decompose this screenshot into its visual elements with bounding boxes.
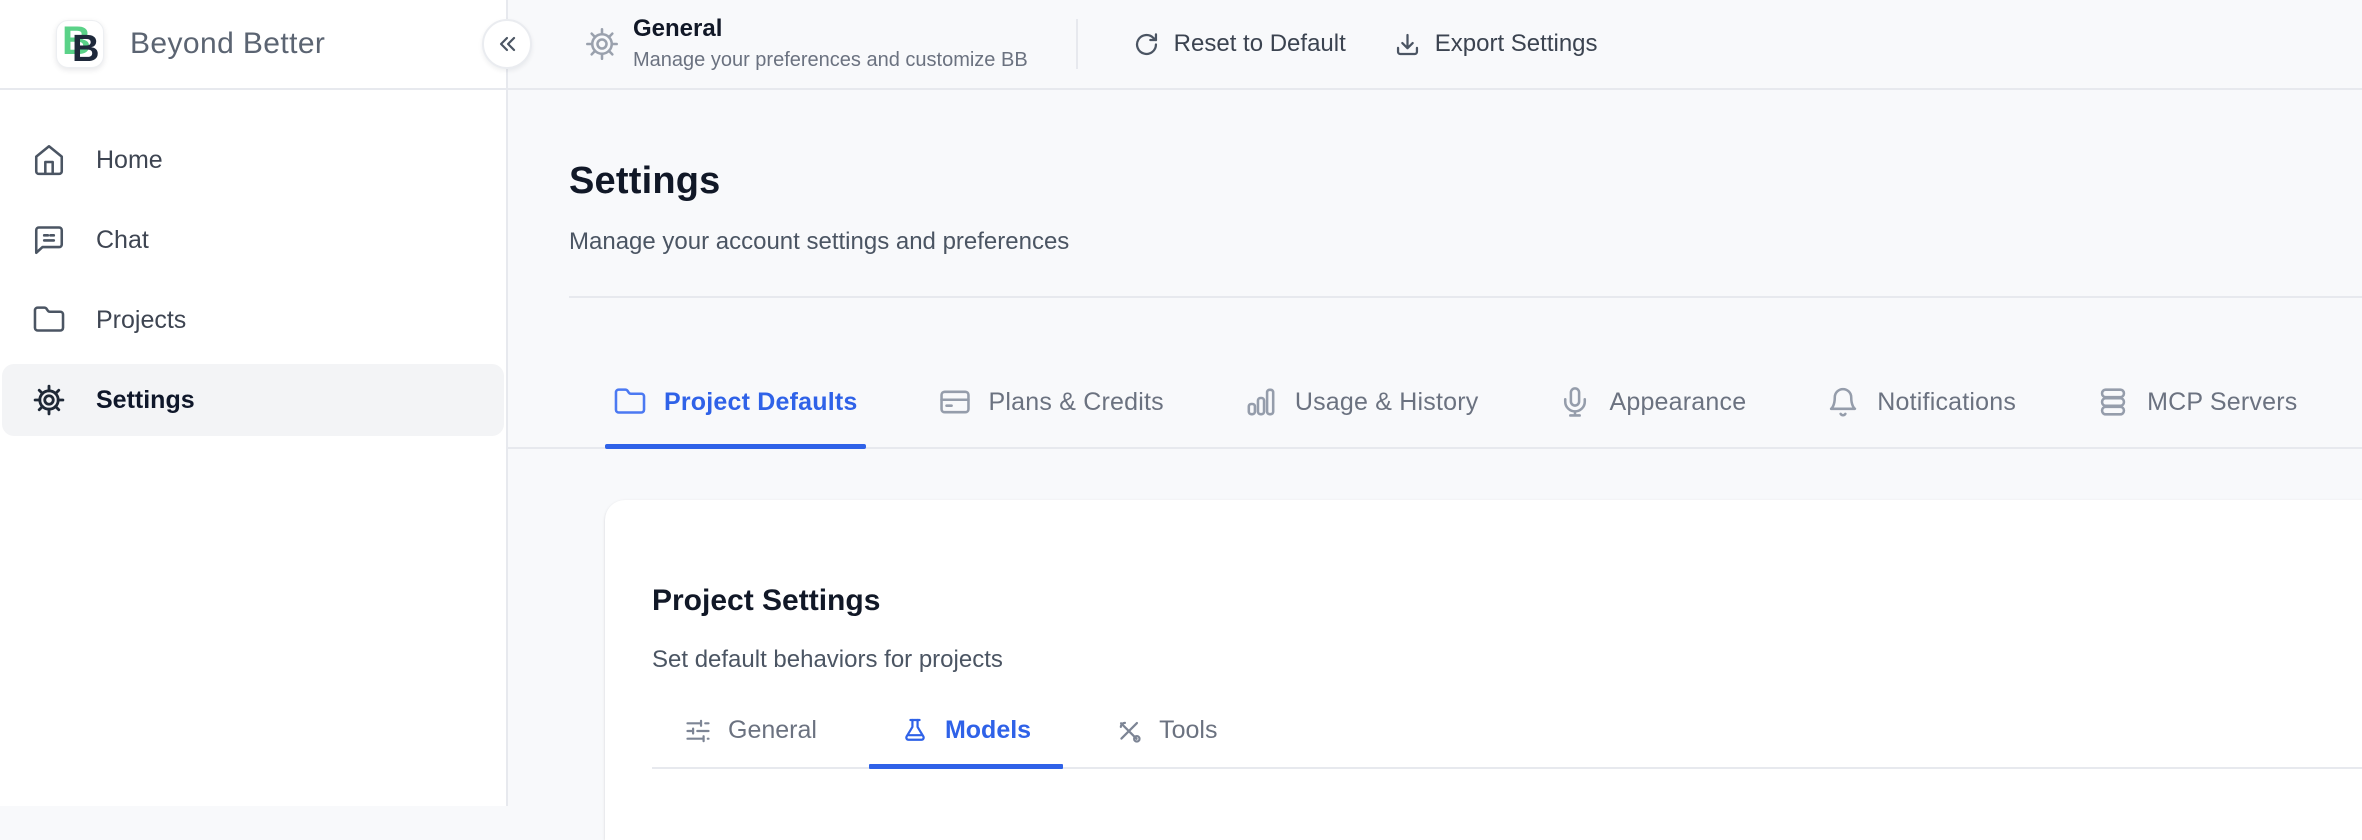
page-subtitle: Manage your account settings and prefere…	[569, 228, 2362, 256]
project-settings-card: Project Settings Set default behaviors f…	[605, 500, 2362, 840]
project-settings-tabs: General Models Tools	[652, 716, 2362, 769]
button-label: Reset to Default	[1174, 30, 1346, 58]
settings-tabs: Project Defaults Plans & Credits Usage & H…	[508, 298, 2362, 449]
folder-icon	[32, 303, 66, 337]
topbar: General Manage your preferences and cust…	[508, 0, 2362, 90]
chat-icon	[32, 223, 66, 257]
topbar-text: General Manage your preferences and cust…	[633, 16, 1028, 71]
gear-icon	[32, 383, 66, 417]
card-tab-general[interactable]: General	[652, 716, 849, 767]
tab-mcp-servers[interactable]: MCP Servers	[2088, 385, 2305, 447]
gear-icon	[584, 26, 620, 62]
tab-label: Plans & Credits	[989, 388, 1164, 417]
tab-label: Usage & History	[1295, 388, 1479, 417]
export-settings-button[interactable]: Export Settings	[1394, 30, 1598, 58]
page-title: Settings	[569, 160, 2362, 203]
download-icon	[1394, 31, 1421, 58]
logo-letter-front: B	[72, 30, 99, 68]
card-tab-label: Models	[945, 716, 1031, 745]
topbar-title: General	[633, 16, 1028, 42]
microphone-icon	[1558, 385, 1592, 419]
folder-icon	[613, 385, 647, 419]
reset-to-default-button[interactable]: Reset to Default	[1133, 30, 1346, 58]
brand-name: Beyond Better	[130, 27, 325, 61]
sidebar-item-label: Home	[96, 146, 163, 175]
home-icon	[32, 143, 66, 177]
sidebar-item-chat[interactable]: Chat	[2, 204, 504, 276]
app-logo: B B	[56, 20, 104, 68]
card-tab-models[interactable]: Models	[869, 716, 1063, 767]
sidebar-item-label: Settings	[96, 386, 195, 415]
sidebar-nav: Home Chat Projects Settings	[0, 90, 506, 436]
tab-label: Appearance	[1609, 388, 1746, 417]
flask-icon	[901, 717, 929, 745]
tab-label: Notifications	[1877, 388, 2016, 417]
settings-content: Settings Manage your account settings an…	[508, 90, 2362, 840]
tab-label: MCP Servers	[2147, 388, 2297, 417]
bell-icon	[1826, 385, 1860, 419]
server-stack-icon	[2096, 385, 2130, 419]
refresh-icon	[1133, 31, 1160, 58]
tab-usage-history[interactable]: Usage & History	[1236, 385, 1487, 447]
tools-icon	[1115, 717, 1143, 745]
card-title: Project Settings	[652, 584, 2362, 618]
credit-card-icon	[938, 385, 972, 419]
card-tab-tools[interactable]: Tools	[1083, 716, 1249, 767]
sidebar-collapse-button[interactable]	[482, 19, 532, 69]
topbar-subtitle: Manage your preferences and customize BB	[633, 49, 1028, 72]
card-subtitle: Set default behaviors for projects	[652, 646, 2362, 674]
tab-label: Project Defaults	[664, 388, 858, 417]
tab-appearance[interactable]: Appearance	[1550, 385, 1754, 447]
button-label: Export Settings	[1435, 30, 1598, 58]
main-area: General Manage your preferences and cust…	[508, 0, 2362, 806]
sidebar-item-label: Projects	[96, 306, 186, 335]
sidebar-item-settings[interactable]: Settings	[2, 364, 504, 436]
sidebar-item-home[interactable]: Home	[2, 124, 504, 196]
bar-chart-icon	[1244, 385, 1278, 419]
sidebar-header: B B Beyond Better	[0, 0, 506, 90]
tab-plans-credits[interactable]: Plans & Credits	[930, 385, 1172, 447]
chevrons-left-icon	[494, 31, 520, 57]
sliders-icon	[684, 717, 712, 745]
tab-notifications[interactable]: Notifications	[1818, 385, 2024, 447]
sidebar-item-projects[interactable]: Projects	[2, 284, 504, 356]
card-tab-label: General	[728, 716, 817, 745]
tab-project-defaults[interactable]: Project Defaults	[605, 385, 866, 447]
sidebar: B B Beyond Better Home Chat Projects Settin…	[0, 0, 508, 806]
card-tab-label: Tools	[1159, 716, 1217, 745]
sidebar-item-label: Chat	[96, 226, 149, 255]
